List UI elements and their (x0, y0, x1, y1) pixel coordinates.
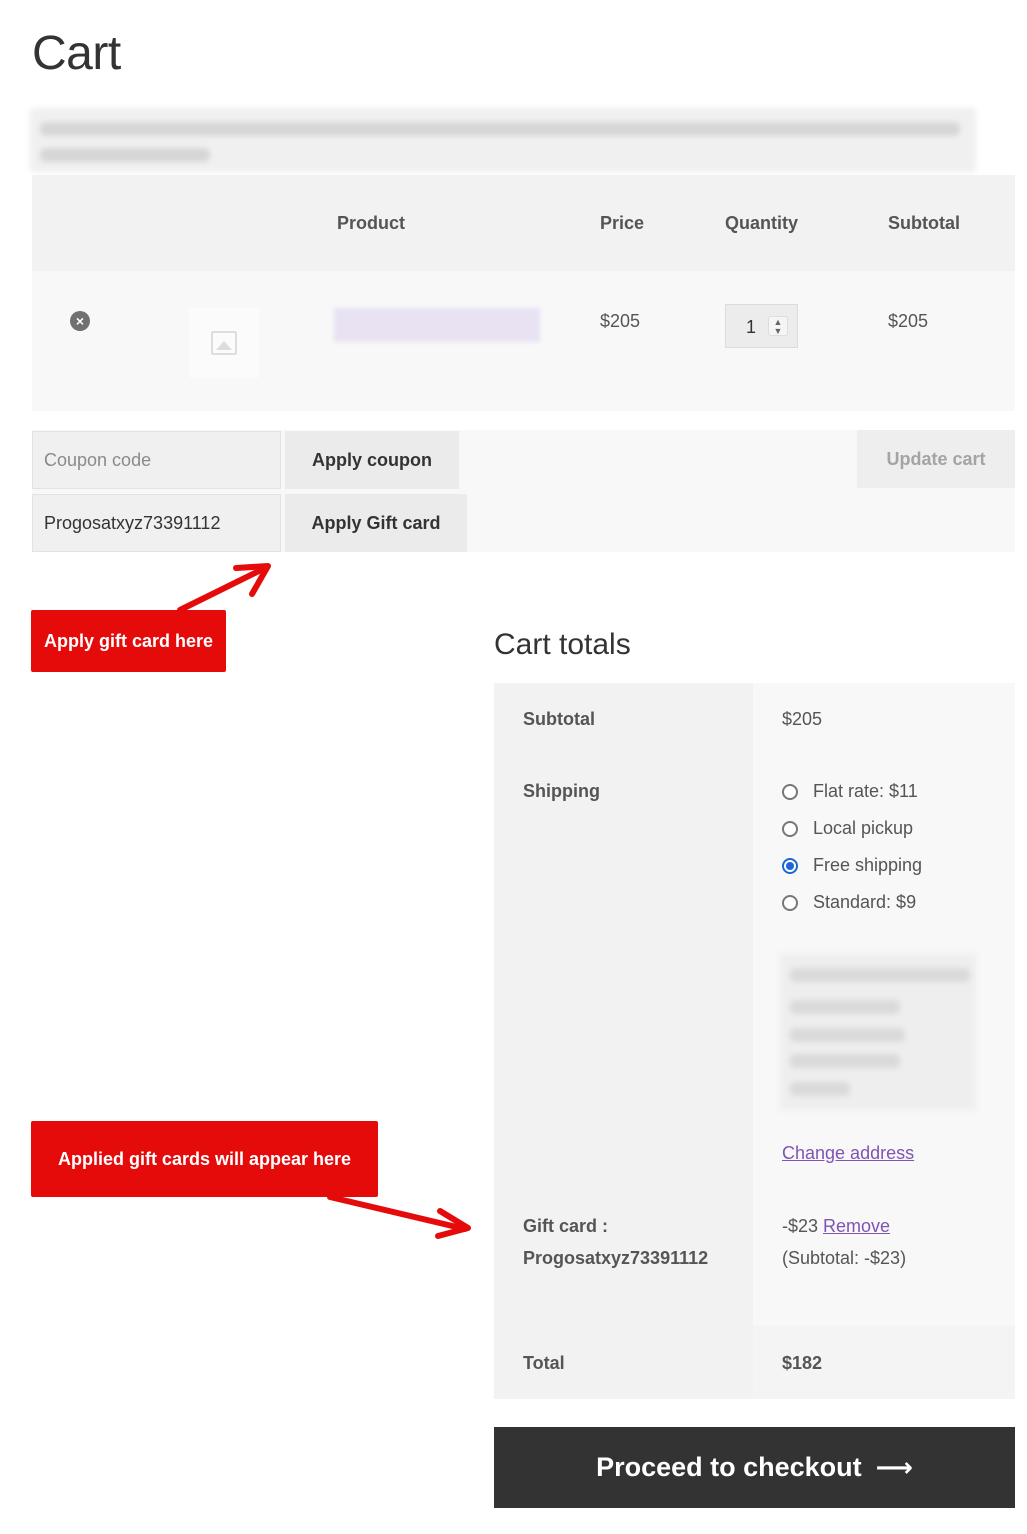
update-cart-button[interactable]: Update cart (857, 430, 1015, 488)
total-label: Total (523, 1353, 565, 1373)
annotation-applied-gift-cards: Applied gift cards will appear here (31, 1121, 378, 1197)
shipping-option-local-pickup[interactable]: Local pickup (813, 818, 913, 839)
change-address-link[interactable]: Change address (782, 1143, 914, 1164)
notice-banner-blurred (30, 108, 976, 172)
cart-table-header: Product Price Quantity Subtotal (32, 175, 1015, 271)
column-header-price: Price (600, 213, 645, 233)
column-header-subtotal: Subtotal (888, 213, 960, 233)
apply-coupon-button[interactable]: Apply coupon (285, 431, 459, 489)
shipping-radio-local-pickup[interactable] (782, 821, 798, 837)
cart-table: Product Price Quantity Subtotal $205 1 ▲… (32, 175, 1015, 411)
coupon-code-input[interactable]: Coupon code (32, 431, 281, 489)
remove-gift-card-link[interactable]: Remove (823, 1216, 890, 1237)
arrow-up-right-icon (177, 563, 271, 613)
product-name-blurred[interactable] (334, 308, 540, 342)
quantity-value[interactable]: 1 (746, 317, 756, 338)
shipping-radio-free-shipping[interactable] (782, 858, 798, 874)
shipping-radio-standard[interactable] (782, 895, 798, 911)
column-header-quantity: Quantity (725, 213, 799, 233)
cart-totals-title: Cart totals (494, 628, 631, 661)
shipping-address-blurred (780, 954, 976, 1110)
image-placeholder-icon (211, 331, 237, 355)
subtotal-value: $205 (782, 709, 823, 729)
product-thumbnail[interactable] (189, 308, 259, 378)
cart-item-row: $205 1 ▲ ▼ $205 (32, 271, 1015, 411)
annotation-apply-gift-card: Apply gift card here (31, 610, 226, 672)
cart-actions: Coupon code Apply coupon Update cart Pro… (32, 430, 1015, 552)
spinner-arrows-icon[interactable]: ▲ ▼ (768, 316, 788, 336)
quantity-stepper[interactable]: 1 ▲ ▼ (725, 304, 798, 348)
item-subtotal: $205 (888, 311, 929, 331)
remove-item-icon[interactable]: × (70, 311, 90, 331)
shipping-radio-flat-rate[interactable] (782, 784, 798, 800)
item-price: $205 (600, 311, 641, 331)
gift-card-code: Progosatxyz73391112 (523, 1248, 709, 1268)
column-header-product: Product (337, 213, 406, 233)
gift-card-subtotal: (Subtotal: -$23) (782, 1248, 907, 1268)
subtotal-label: Subtotal (523, 709, 595, 729)
gift-card-amount: -$23 (782, 1216, 819, 1236)
gift-card-label: Gift card : (523, 1216, 609, 1236)
total-value: $182 (782, 1353, 823, 1373)
checkout-label: Proceed to checkout (596, 1452, 862, 1482)
gift-card-input[interactable]: Progosatxyz73391112 (32, 494, 281, 552)
page-title: Cart (32, 27, 121, 80)
shipping-option-flat-rate[interactable]: Flat rate: $11 (813, 781, 918, 802)
proceed-to-checkout-button[interactable]: Proceed to checkout ⟶ (494, 1427, 1015, 1508)
shipping-label: Shipping (523, 781, 600, 801)
arrow-right-icon: ⟶ (875, 1452, 913, 1482)
shipping-option-free-shipping[interactable]: Free shipping (813, 855, 922, 876)
apply-gift-card-button[interactable]: Apply Gift card (285, 494, 467, 552)
arrow-down-right-icon (327, 1194, 471, 1239)
shipping-option-standard[interactable]: Standard: $9 (813, 892, 916, 913)
